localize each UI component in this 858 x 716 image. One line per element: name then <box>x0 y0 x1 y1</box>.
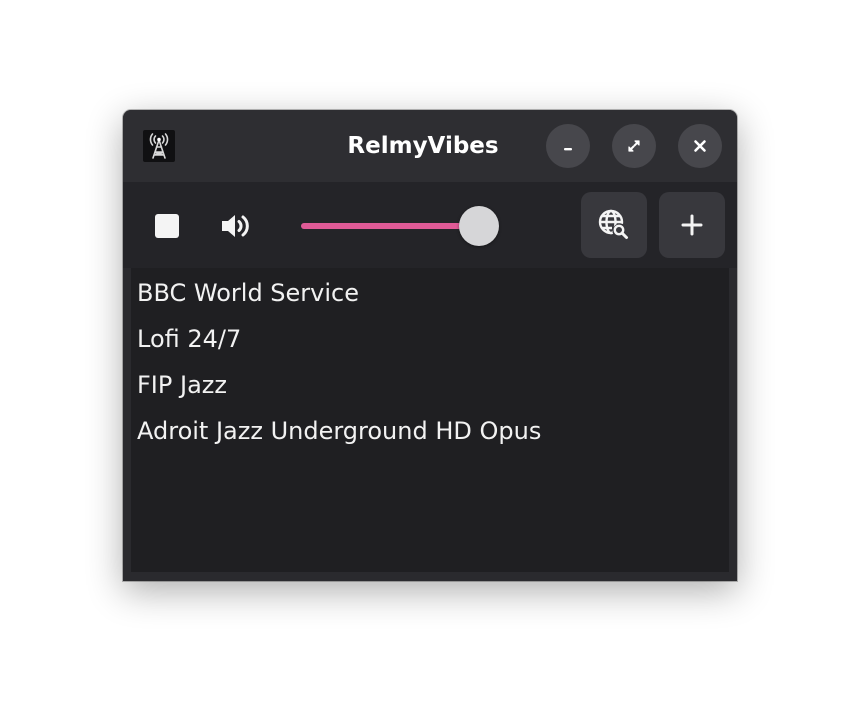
close-button[interactable] <box>678 124 722 168</box>
volume-slider-fill <box>301 223 480 229</box>
station-list: BBC World Service Lofi 24/7 FIP Jazz Adr… <box>131 268 729 572</box>
minimize-icon <box>564 148 572 151</box>
maximize-icon <box>628 140 640 152</box>
radio-tower-icon <box>143 130 175 162</box>
close-icon <box>694 140 706 152</box>
search-stations-button[interactable] <box>581 192 647 258</box>
stop-icon <box>155 214 179 238</box>
station-item[interactable]: BBC World Service <box>131 270 729 316</box>
plus-icon <box>681 214 703 236</box>
app-window: RelmyVibes BBC World Service Lofi 24/7 F… <box>123 110 737 581</box>
player-toolbar <box>123 182 737 268</box>
add-station-button[interactable] <box>659 192 725 258</box>
volume-button[interactable] <box>217 206 257 246</box>
station-item[interactable]: FIP Jazz <box>131 362 729 408</box>
station-item[interactable]: Adroit Jazz Underground HD Opus <box>131 408 729 454</box>
stop-button[interactable] <box>147 206 187 246</box>
maximize-button[interactable] <box>612 124 656 168</box>
station-item[interactable]: Lofi 24/7 <box>131 316 729 362</box>
minimize-button[interactable] <box>546 124 590 168</box>
window-title: RelmyVibes <box>347 133 499 159</box>
volume-slider-knob[interactable] <box>459 206 500 246</box>
globe-search-icon <box>598 209 628 239</box>
volume-high-icon <box>222 215 249 237</box>
header-bar[interactable]: RelmyVibes <box>123 110 737 182</box>
volume-slider[interactable] <box>299 204 511 248</box>
